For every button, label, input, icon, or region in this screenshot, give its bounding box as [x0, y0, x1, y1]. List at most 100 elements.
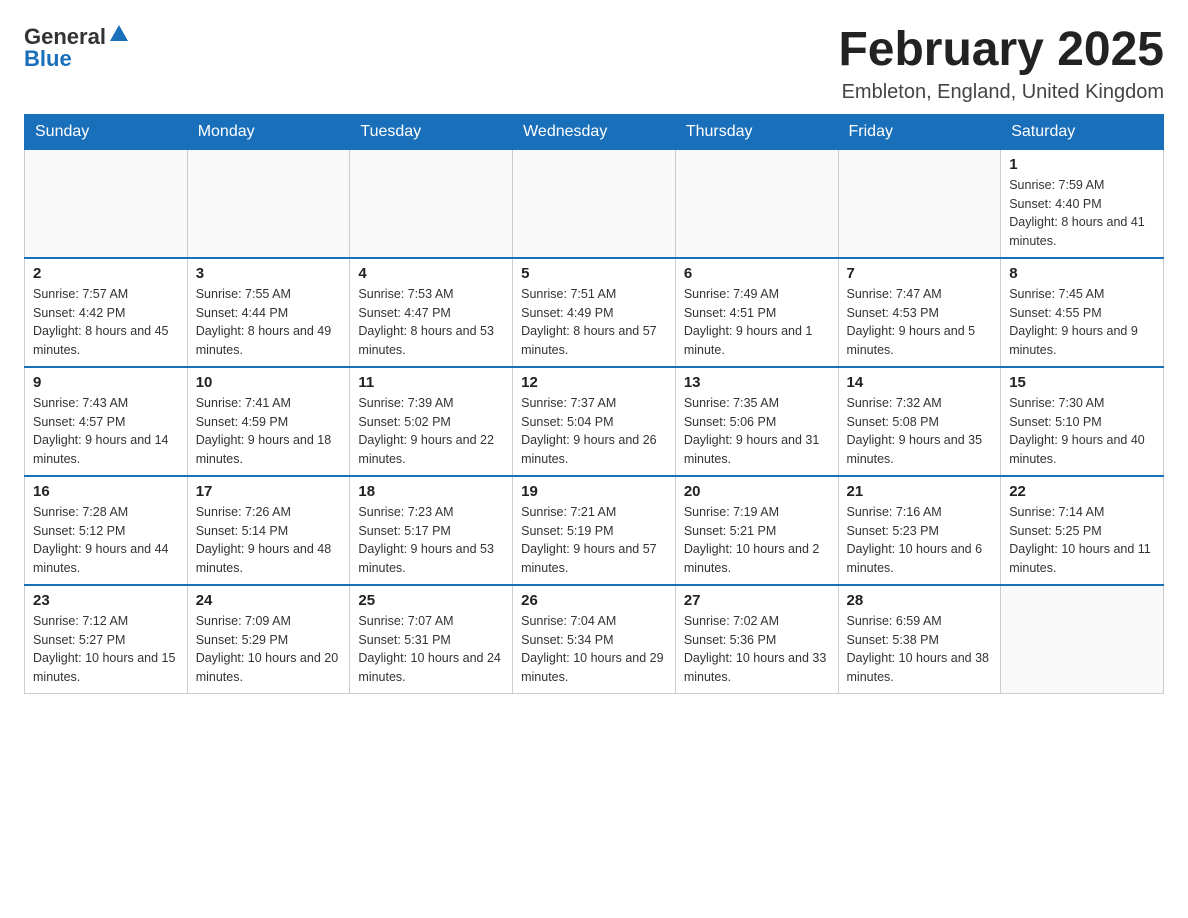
day-info: Sunrise: 7:59 AMSunset: 4:40 PMDaylight:…	[1009, 176, 1155, 251]
col-friday: Friday	[838, 114, 1001, 149]
calendar-cell: 16 Sunrise: 7:28 AMSunset: 5:12 PMDayligh…	[25, 476, 188, 585]
day-number: 22	[1009, 483, 1155, 500]
calendar-cell	[350, 149, 513, 258]
month-year-title: February 2025	[838, 24, 1164, 77]
calendar-cell: 27 Sunrise: 7:02 AMSunset: 5:36 PMDayligh…	[675, 585, 838, 694]
calendar-cell: 21 Sunrise: 7:16 AMSunset: 5:23 PMDayligh…	[838, 476, 1001, 585]
calendar-cell: 15 Sunrise: 7:30 AMSunset: 5:10 PMDayligh…	[1001, 367, 1164, 476]
calendar-cell: 19 Sunrise: 7:21 AMSunset: 5:19 PMDayligh…	[513, 476, 676, 585]
calendar-cell: 4 Sunrise: 7:53 AMSunset: 4:47 PMDaylight…	[350, 258, 513, 367]
day-info: Sunrise: 7:21 AMSunset: 5:19 PMDaylight:…	[521, 503, 667, 578]
day-info: Sunrise: 7:43 AMSunset: 4:57 PMDaylight:…	[33, 394, 179, 469]
day-number: 28	[847, 592, 993, 609]
day-number: 25	[358, 592, 504, 609]
day-number: 21	[847, 483, 993, 500]
day-info: Sunrise: 7:47 AMSunset: 4:53 PMDaylight:…	[847, 285, 993, 360]
calendar-cell	[513, 149, 676, 258]
day-number: 27	[684, 592, 830, 609]
day-info: Sunrise: 6:59 AMSunset: 5:38 PMDaylight:…	[847, 612, 993, 687]
logo-triangle-icon	[108, 23, 130, 45]
calendar-cell: 11 Sunrise: 7:39 AMSunset: 5:02 PMDayligh…	[350, 367, 513, 476]
day-info: Sunrise: 7:07 AMSunset: 5:31 PMDaylight:…	[358, 612, 504, 687]
logo-text-blue: Blue	[24, 46, 72, 72]
day-info: Sunrise: 7:39 AMSunset: 5:02 PMDaylight:…	[358, 394, 504, 469]
day-info: Sunrise: 7:37 AMSunset: 5:04 PMDaylight:…	[521, 394, 667, 469]
calendar-cell: 6 Sunrise: 7:49 AMSunset: 4:51 PMDaylight…	[675, 258, 838, 367]
calendar-week-2: 2Sunrise: 7:57 AMSunset: 4:42 PMDaylight…	[25, 258, 1164, 367]
calendar-cell: 10 Sunrise: 7:41 AMSunset: 4:59 PMDayligh…	[187, 367, 350, 476]
day-number: 20	[684, 483, 830, 500]
day-number: 16	[33, 483, 179, 500]
col-sunday: Sunday	[25, 114, 188, 149]
calendar-cell: 13Sunrise: 7:35 AMSunset: 5:06 PMDayligh…	[675, 367, 838, 476]
calendar-cell	[25, 149, 188, 258]
calendar-cell: 17Sunrise: 7:26 AMSunset: 5:14 PMDayligh…	[187, 476, 350, 585]
day-number: 9	[33, 374, 179, 391]
day-number: 8	[1009, 265, 1155, 282]
day-info: Sunrise: 7:16 AMSunset: 5:23 PMDaylight:…	[847, 503, 993, 578]
calendar-cell: 25 Sunrise: 7:07 AMSunset: 5:31 PMDayligh…	[350, 585, 513, 694]
day-info: Sunrise: 7:04 AMSunset: 5:34 PMDaylight:…	[521, 612, 667, 687]
calendar-week-5: 23 Sunrise: 7:12 AMSunset: 5:27 PMDayligh…	[25, 585, 1164, 694]
location-subtitle: Embleton, England, United Kingdom	[838, 81, 1164, 104]
day-info: Sunrise: 7:51 AMSunset: 4:49 PMDaylight:…	[521, 285, 667, 360]
day-number: 18	[358, 483, 504, 500]
calendar-cell: 8Sunrise: 7:45 AMSunset: 4:55 PMDaylight…	[1001, 258, 1164, 367]
day-number: 5	[521, 265, 667, 282]
day-number: 19	[521, 483, 667, 500]
calendar-cell: 7 Sunrise: 7:47 AMSunset: 4:53 PMDaylight…	[838, 258, 1001, 367]
day-info: Sunrise: 7:14 AMSunset: 5:25 PMDaylight:…	[1009, 503, 1155, 578]
day-number: 14	[847, 374, 993, 391]
calendar-cell: 20 Sunrise: 7:19 AMSunset: 5:21 PMDayligh…	[675, 476, 838, 585]
day-info: Sunrise: 7:30 AMSunset: 5:10 PMDaylight:…	[1009, 394, 1155, 469]
day-info: Sunrise: 7:41 AMSunset: 4:59 PMDaylight:…	[196, 394, 342, 469]
calendar-cell: 12 Sunrise: 7:37 AMSunset: 5:04 PMDayligh…	[513, 367, 676, 476]
day-number: 3	[196, 265, 342, 282]
day-info: Sunrise: 7:02 AMSunset: 5:36 PMDaylight:…	[684, 612, 830, 687]
day-number: 26	[521, 592, 667, 609]
calendar-week-1: 1 Sunrise: 7:59 AMSunset: 4:40 PMDaylight…	[25, 149, 1164, 258]
day-info: Sunrise: 7:12 AMSunset: 5:27 PMDaylight:…	[33, 612, 179, 687]
day-number: 15	[1009, 374, 1155, 391]
calendar-cell: 2Sunrise: 7:57 AMSunset: 4:42 PMDaylight…	[25, 258, 188, 367]
day-number: 10	[196, 374, 342, 391]
calendar-cell: 3Sunrise: 7:55 AMSunset: 4:44 PMDaylight…	[187, 258, 350, 367]
calendar-cell: 26 Sunrise: 7:04 AMSunset: 5:34 PMDayligh…	[513, 585, 676, 694]
day-number: 4	[358, 265, 504, 282]
calendar-table: Sunday Monday Tuesday Wednesday Thursday…	[24, 114, 1164, 694]
day-number: 1	[1009, 156, 1155, 173]
calendar-cell: 23 Sunrise: 7:12 AMSunset: 5:27 PMDayligh…	[25, 585, 188, 694]
day-info: Sunrise: 7:26 AMSunset: 5:14 PMDaylight:…	[196, 503, 342, 578]
day-info: Sunrise: 7:09 AMSunset: 5:29 PMDaylight:…	[196, 612, 342, 687]
logo: General Blue	[24, 24, 130, 72]
day-number: 11	[358, 374, 504, 391]
day-number: 6	[684, 265, 830, 282]
calendar-cell: 22 Sunrise: 7:14 AMSunset: 5:25 PMDayligh…	[1001, 476, 1164, 585]
day-number: 12	[521, 374, 667, 391]
calendar-cell	[1001, 585, 1164, 694]
calendar-cell	[838, 149, 1001, 258]
col-tuesday: Tuesday	[350, 114, 513, 149]
day-number: 24	[196, 592, 342, 609]
calendar-cell: 28 Sunrise: 6:59 AMSunset: 5:38 PMDayligh…	[838, 585, 1001, 694]
col-saturday: Saturday	[1001, 114, 1164, 149]
col-thursday: Thursday	[675, 114, 838, 149]
day-number: 7	[847, 265, 993, 282]
day-info: Sunrise: 7:28 AMSunset: 5:12 PMDaylight:…	[33, 503, 179, 578]
calendar-week-4: 16 Sunrise: 7:28 AMSunset: 5:12 PMDayligh…	[25, 476, 1164, 585]
calendar-cell: 9 Sunrise: 7:43 AMSunset: 4:57 PMDaylight…	[25, 367, 188, 476]
calendar-cell: 24 Sunrise: 7:09 AMSunset: 5:29 PMDayligh…	[187, 585, 350, 694]
day-info: Sunrise: 7:49 AMSunset: 4:51 PMDaylight:…	[684, 285, 830, 360]
day-info: Sunrise: 7:32 AMSunset: 5:08 PMDaylight:…	[847, 394, 993, 469]
page-header: General Blue February 2025 Embleton, Eng…	[24, 24, 1164, 104]
col-monday: Monday	[187, 114, 350, 149]
calendar-cell	[187, 149, 350, 258]
calendar-cell	[675, 149, 838, 258]
day-info: Sunrise: 7:19 AMSunset: 5:21 PMDaylight:…	[684, 503, 830, 578]
calendar-cell: 18Sunrise: 7:23 AMSunset: 5:17 PMDayligh…	[350, 476, 513, 585]
day-number: 23	[33, 592, 179, 609]
day-info: Sunrise: 7:53 AMSunset: 4:47 PMDaylight:…	[358, 285, 504, 360]
calendar-cell: 1 Sunrise: 7:59 AMSunset: 4:40 PMDaylight…	[1001, 149, 1164, 258]
calendar-header-row: Sunday Monday Tuesday Wednesday Thursday…	[25, 114, 1164, 149]
day-info: Sunrise: 7:57 AMSunset: 4:42 PMDaylight:…	[33, 285, 179, 360]
